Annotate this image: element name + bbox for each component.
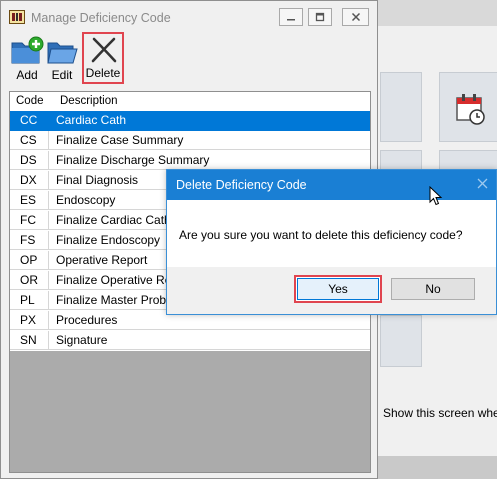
cell-code[interactable]: SN — [10, 331, 49, 350]
cell-code[interactable]: FC — [10, 211, 49, 230]
background-calendar-tile[interactable] — [439, 72, 497, 142]
cell-code[interactable]: PL — [10, 291, 49, 310]
delete-label: Delete — [85, 66, 121, 80]
cell-code[interactable]: OR — [10, 271, 49, 290]
edit-label: Edit — [51, 68, 73, 82]
cell-code[interactable]: DX — [10, 171, 49, 190]
yes-button-label: Yes — [297, 278, 379, 300]
window-titlebar[interactable]: Manage Deficiency Code — [1, 1, 377, 33]
add-button[interactable]: Add — [9, 35, 45, 85]
close-button[interactable] — [342, 8, 369, 26]
background-strip — [375, 456, 497, 479]
maximize-icon — [315, 12, 325, 22]
cell-code[interactable]: ES — [10, 191, 49, 210]
background-tile[interactable] — [380, 315, 422, 367]
cell-description[interactable]: Signature — [49, 331, 370, 350]
dialog-title: Delete Deficiency Code — [176, 178, 307, 192]
edit-button[interactable]: Edit — [45, 35, 79, 85]
cell-code[interactable]: CC — [10, 111, 49, 130]
app-icon — [9, 10, 25, 24]
calendar-clock-icon — [456, 94, 485, 125]
column-header-code[interactable]: Code — [16, 95, 44, 107]
add-folder-icon — [11, 36, 44, 64]
maximize-button[interactable] — [308, 8, 332, 26]
no-button[interactable]: No — [391, 278, 475, 300]
column-header-description[interactable]: Description — [60, 95, 118, 107]
add-label: Add — [16, 68, 38, 82]
dialog-titlebar[interactable]: Delete Deficiency Code — [167, 170, 496, 200]
minimize-button[interactable] — [279, 8, 303, 26]
table-row[interactable]: DS Finalize Discharge Summary — [10, 151, 370, 171]
cell-code[interactable]: OP — [10, 251, 49, 270]
window-title: Manage Deficiency Code — [31, 11, 171, 25]
dialog-footer: Yes No — [167, 267, 496, 314]
dialog-message: Are you sure you want to delete this def… — [179, 228, 463, 242]
cell-description[interactable]: Finalize Case Summary — [49, 131, 370, 150]
cell-code[interactable]: FS — [10, 231, 49, 250]
yes-button[interactable]: Yes — [294, 275, 382, 303]
show-screen-label: Show this screen when l — [383, 406, 497, 420]
cell-code[interactable]: PX — [10, 311, 49, 330]
minimize-icon — [287, 19, 295, 21]
cell-description[interactable]: Cardiac Cath — [49, 111, 370, 130]
delete-confirmation-dialog: Delete Deficiency Code Are you sure you … — [166, 169, 497, 315]
table-row[interactable]: CC Cardiac Cath — [10, 111, 370, 131]
delete-button[interactable]: Delete — [82, 32, 124, 84]
delete-x-icon — [91, 37, 117, 63]
mouse-cursor-icon — [429, 186, 443, 206]
cell-code[interactable]: DS — [10, 151, 49, 170]
dialog-close-icon[interactable] — [477, 176, 488, 192]
close-icon — [351, 12, 360, 22]
open-folder-icon — [47, 42, 78, 64]
grid-header: Code Description — [10, 92, 370, 112]
table-row[interactable]: SN Signature — [10, 331, 370, 351]
table-row[interactable]: CS Finalize Case Summary — [10, 131, 370, 151]
cell-code[interactable]: CS — [10, 131, 49, 150]
cell-description[interactable]: Finalize Discharge Summary — [49, 151, 370, 170]
background-tile[interactable] — [380, 72, 422, 142]
